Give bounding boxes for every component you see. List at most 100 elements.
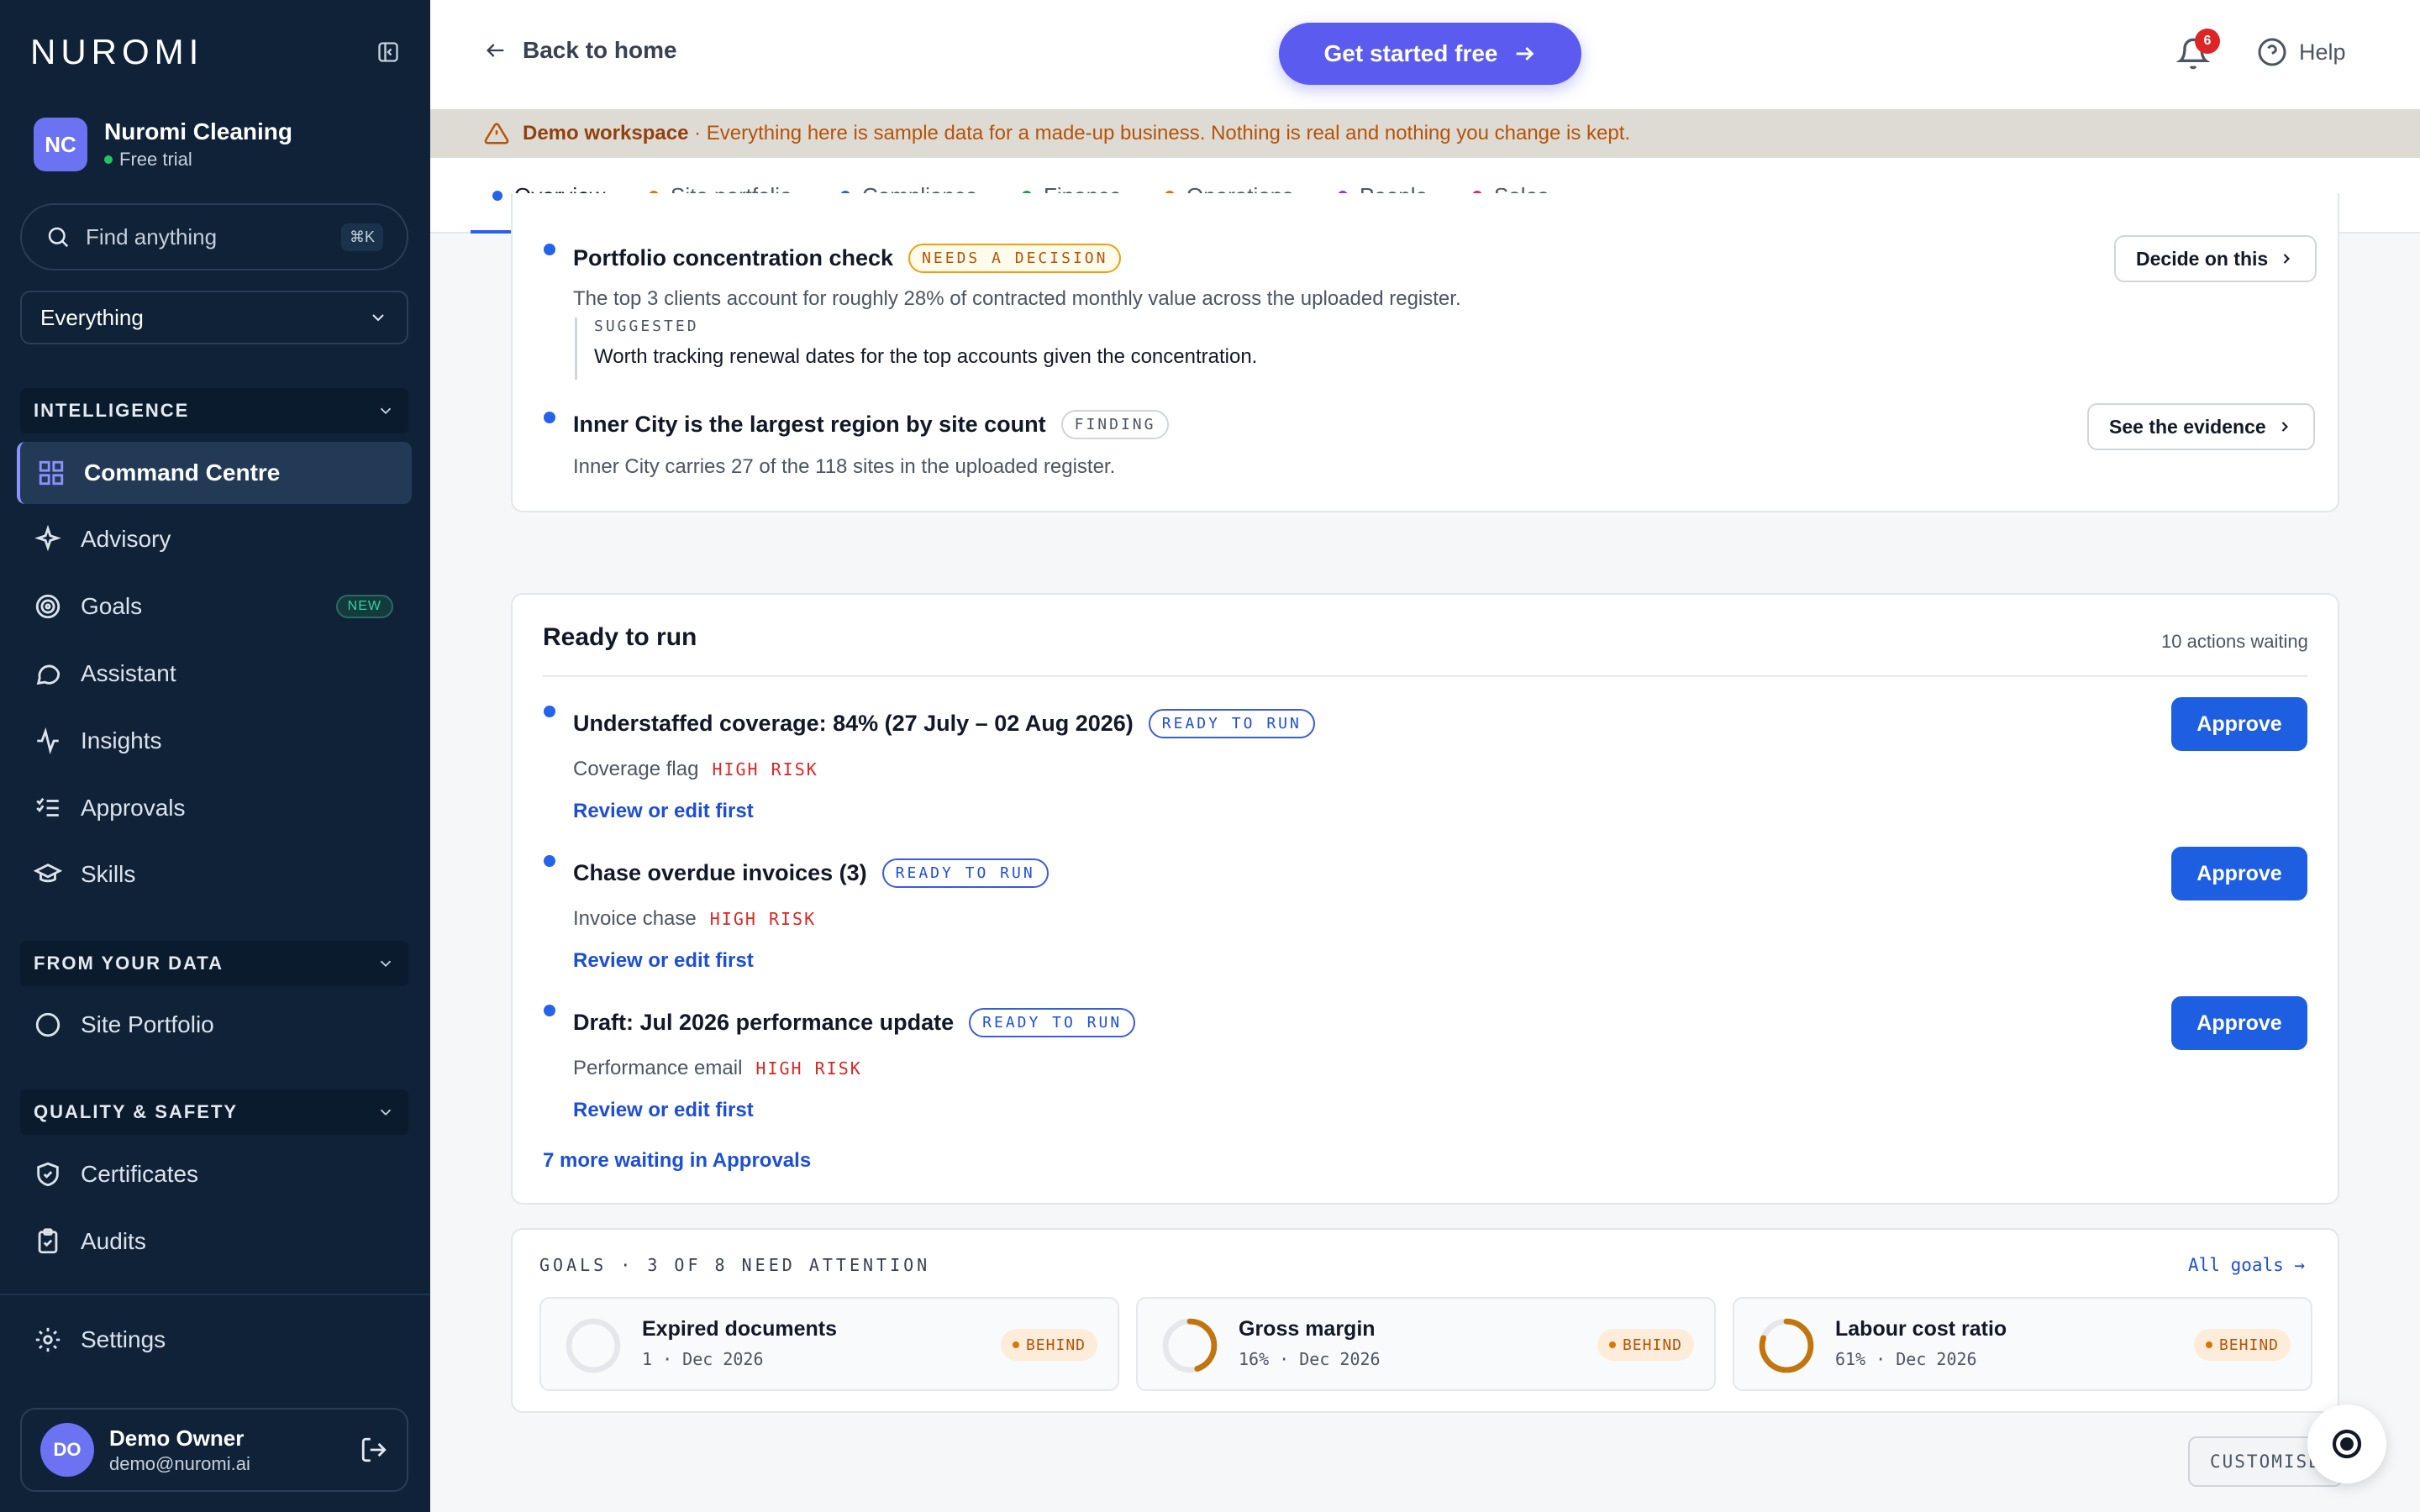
logout-icon[interactable] bbox=[360, 1436, 388, 1464]
chat-bubble-icon bbox=[36, 664, 60, 685]
workspace-plan: Free trial bbox=[104, 149, 292, 171]
all-goals-link[interactable]: All goals → bbox=[2188, 1255, 2305, 1275]
sidebar-divider bbox=[0, 1294, 430, 1295]
help-button[interactable]: Help bbox=[2257, 37, 2346, 67]
grid-icon bbox=[39, 460, 64, 486]
sidebar-item-label: Audits bbox=[81, 1228, 146, 1254]
avatar: DO bbox=[40, 1423, 94, 1477]
finding-title-text: Portfolio concentration check bbox=[573, 245, 894, 270]
see-the-evidence-button[interactable]: See the evidence bbox=[2087, 403, 2315, 450]
goal-value: 1 · Dec 2026 bbox=[642, 1349, 764, 1369]
user-card[interactable]: DO Demo Owner demo@nuromi.ai bbox=[20, 1408, 408, 1492]
back-to-home-link[interactable]: Back to home bbox=[484, 37, 677, 64]
review-or-edit-link[interactable]: Review or edit first bbox=[573, 800, 754, 823]
get-started-label: Get started free bbox=[1323, 40, 1498, 66]
record-icon bbox=[2332, 1429, 2362, 1459]
card-divider bbox=[543, 675, 2307, 677]
graduation-cap-icon bbox=[34, 864, 62, 883]
new-badge: NEW bbox=[335, 595, 393, 618]
sidebar-item-goals[interactable]: Goals NEW bbox=[17, 575, 412, 638]
notification-count-badge: 6 bbox=[2195, 29, 2220, 54]
section-quality-safety[interactable]: QUALITY & SAFETY bbox=[20, 1089, 408, 1135]
demo-banner-title: Demo workspace bbox=[523, 122, 689, 144]
risk-badge: HIGH RISK bbox=[709, 909, 817, 929]
sidebar-collapse-icon[interactable] bbox=[376, 40, 400, 64]
review-or-edit-link[interactable]: Review or edit first bbox=[573, 1099, 754, 1122]
action-type: Coverage flag bbox=[573, 758, 699, 780]
section-intelligence-label: INTELLIGENCE bbox=[34, 400, 190, 421]
demo-banner-text: · Everything here is sample data for a m… bbox=[694, 122, 1631, 144]
sidebar-item-approvals[interactable]: Approvals bbox=[17, 777, 412, 839]
finding-title: Portfolio concentration check NEEDS A DE… bbox=[573, 244, 1122, 273]
workspace-switcher[interactable]: NC Nuromi Cleaning Free trial bbox=[34, 118, 292, 171]
finding-description: Inner City carries 27 of the 118 sites i… bbox=[573, 455, 1116, 478]
sidebar-item-label: Insights bbox=[81, 727, 162, 753]
sidebar-item-audits[interactable]: Audits bbox=[17, 1210, 412, 1273]
sidebar-item-label: Approvals bbox=[81, 795, 186, 821]
approve-button[interactable]: Approve bbox=[2171, 996, 2307, 1050]
chevron-down-icon bbox=[372, 314, 384, 322]
goal-card-labour-cost-ratio[interactable]: Labour cost ratio 61% · Dec 2026 BEHIND bbox=[1733, 1297, 2312, 1391]
goal-card-expired-documents[interactable]: Expired documents 1 · Dec 2026 BEHIND bbox=[539, 1297, 1119, 1391]
chevron-down-icon bbox=[380, 407, 392, 415]
sidebar-item-label: Certificates bbox=[81, 1161, 199, 1187]
sidebar-item-command-centre[interactable]: Command Centre bbox=[17, 442, 412, 504]
sidebar-item-site-portfolio[interactable]: Site Portfolio bbox=[17, 994, 412, 1056]
user-name: Demo Owner bbox=[109, 1425, 245, 1451]
action-title-text: Understaffed coverage: 84% (27 July – 02… bbox=[573, 711, 1134, 736]
warning-triangle-icon bbox=[484, 123, 509, 144]
search-input[interactable]: Find anything ⌘K bbox=[20, 203, 408, 270]
arrow-right-icon bbox=[1517, 46, 1534, 61]
suggestion-label: SUGGESTED bbox=[594, 318, 699, 335]
get-started-button[interactable]: Get started free bbox=[1279, 23, 1581, 85]
section-from-your-data[interactable]: FROM YOUR DATA bbox=[20, 941, 408, 986]
more-waiting-link[interactable]: 7 more waiting in Approvals bbox=[543, 1149, 811, 1173]
sidebar-item-label: Site Portfolio bbox=[81, 1011, 214, 1037]
pulse-icon bbox=[37, 727, 59, 755]
action-dot-icon bbox=[544, 855, 555, 867]
decide-on-this-button[interactable]: Decide on this bbox=[2114, 235, 2317, 282]
review-or-edit-link[interactable]: Review or edit first bbox=[573, 949, 754, 973]
status-dot-icon bbox=[1608, 1341, 1616, 1348]
action-dot-icon bbox=[544, 1005, 555, 1016]
status-badge: BEHIND bbox=[1000, 1329, 1097, 1361]
workspace-name: Nuromi Cleaning bbox=[104, 118, 293, 144]
goal-progress-ring bbox=[1162, 1318, 1218, 1373]
goal-status: BEHIND bbox=[2218, 1336, 2279, 1354]
goal-status: BEHIND bbox=[1025, 1336, 1086, 1354]
sidebar-item-label: Assistant bbox=[81, 660, 176, 686]
approve-button[interactable]: Approve bbox=[2171, 847, 2307, 900]
suggestion-text: Worth tracking renewal dates for the top… bbox=[594, 345, 1258, 368]
sidebar-item-insights[interactable]: Insights bbox=[17, 710, 412, 772]
sidebar-item-assistant[interactable]: Assistant bbox=[17, 643, 412, 705]
search-icon bbox=[48, 227, 69, 248]
arrow-left-icon bbox=[487, 44, 504, 57]
approve-button[interactable]: Approve bbox=[2171, 697, 2307, 751]
sidebar-item-skills[interactable]: Skills bbox=[17, 843, 412, 906]
sidebar: NUROMI NC Nuromi Cleaning Free trial Fin… bbox=[0, 0, 430, 1512]
chevron-down-icon bbox=[380, 960, 392, 968]
sidebar-item-certificates[interactable]: Certificates bbox=[17, 1143, 412, 1205]
goal-card-gross-margin[interactable]: Gross margin 16% · Dec 2026 BEHIND bbox=[1136, 1297, 1716, 1391]
gear-icon bbox=[35, 1327, 60, 1352]
sidebar-item-settings[interactable]: Settings bbox=[17, 1309, 412, 1371]
risk-badge: HIGH RISK bbox=[712, 759, 818, 780]
sparkle-icon bbox=[34, 525, 61, 552]
sidebar-item-advisory[interactable]: Advisory bbox=[17, 508, 412, 570]
status-badge: BEHIND bbox=[1597, 1329, 1694, 1361]
status-badge: READY TO RUN bbox=[881, 858, 1049, 888]
section-intelligence[interactable]: INTELLIGENCE bbox=[20, 388, 408, 433]
status-badge: READY TO RUN bbox=[969, 1008, 1136, 1037]
goal-status: BEHIND bbox=[1622, 1336, 1682, 1354]
scope-select[interactable]: Everything bbox=[20, 291, 408, 344]
workspace-avatar: NC bbox=[34, 118, 87, 171]
help-label: Help bbox=[2299, 39, 2346, 65]
action-meta: Coverage flag HIGH RISK bbox=[573, 758, 818, 781]
finding-dot-icon bbox=[544, 412, 555, 423]
chevron-right-icon bbox=[2283, 254, 2291, 264]
decide-on-this-label: Decide on this bbox=[2136, 247, 2269, 270]
nuromi-logo: NUROMI bbox=[30, 32, 204, 71]
floating-assistant-button[interactable] bbox=[2307, 1404, 2386, 1483]
action-meta: Performance email HIGH RISK bbox=[573, 1057, 862, 1080]
action-title-text: Draft: Jul 2026 performance update bbox=[573, 1010, 955, 1035]
